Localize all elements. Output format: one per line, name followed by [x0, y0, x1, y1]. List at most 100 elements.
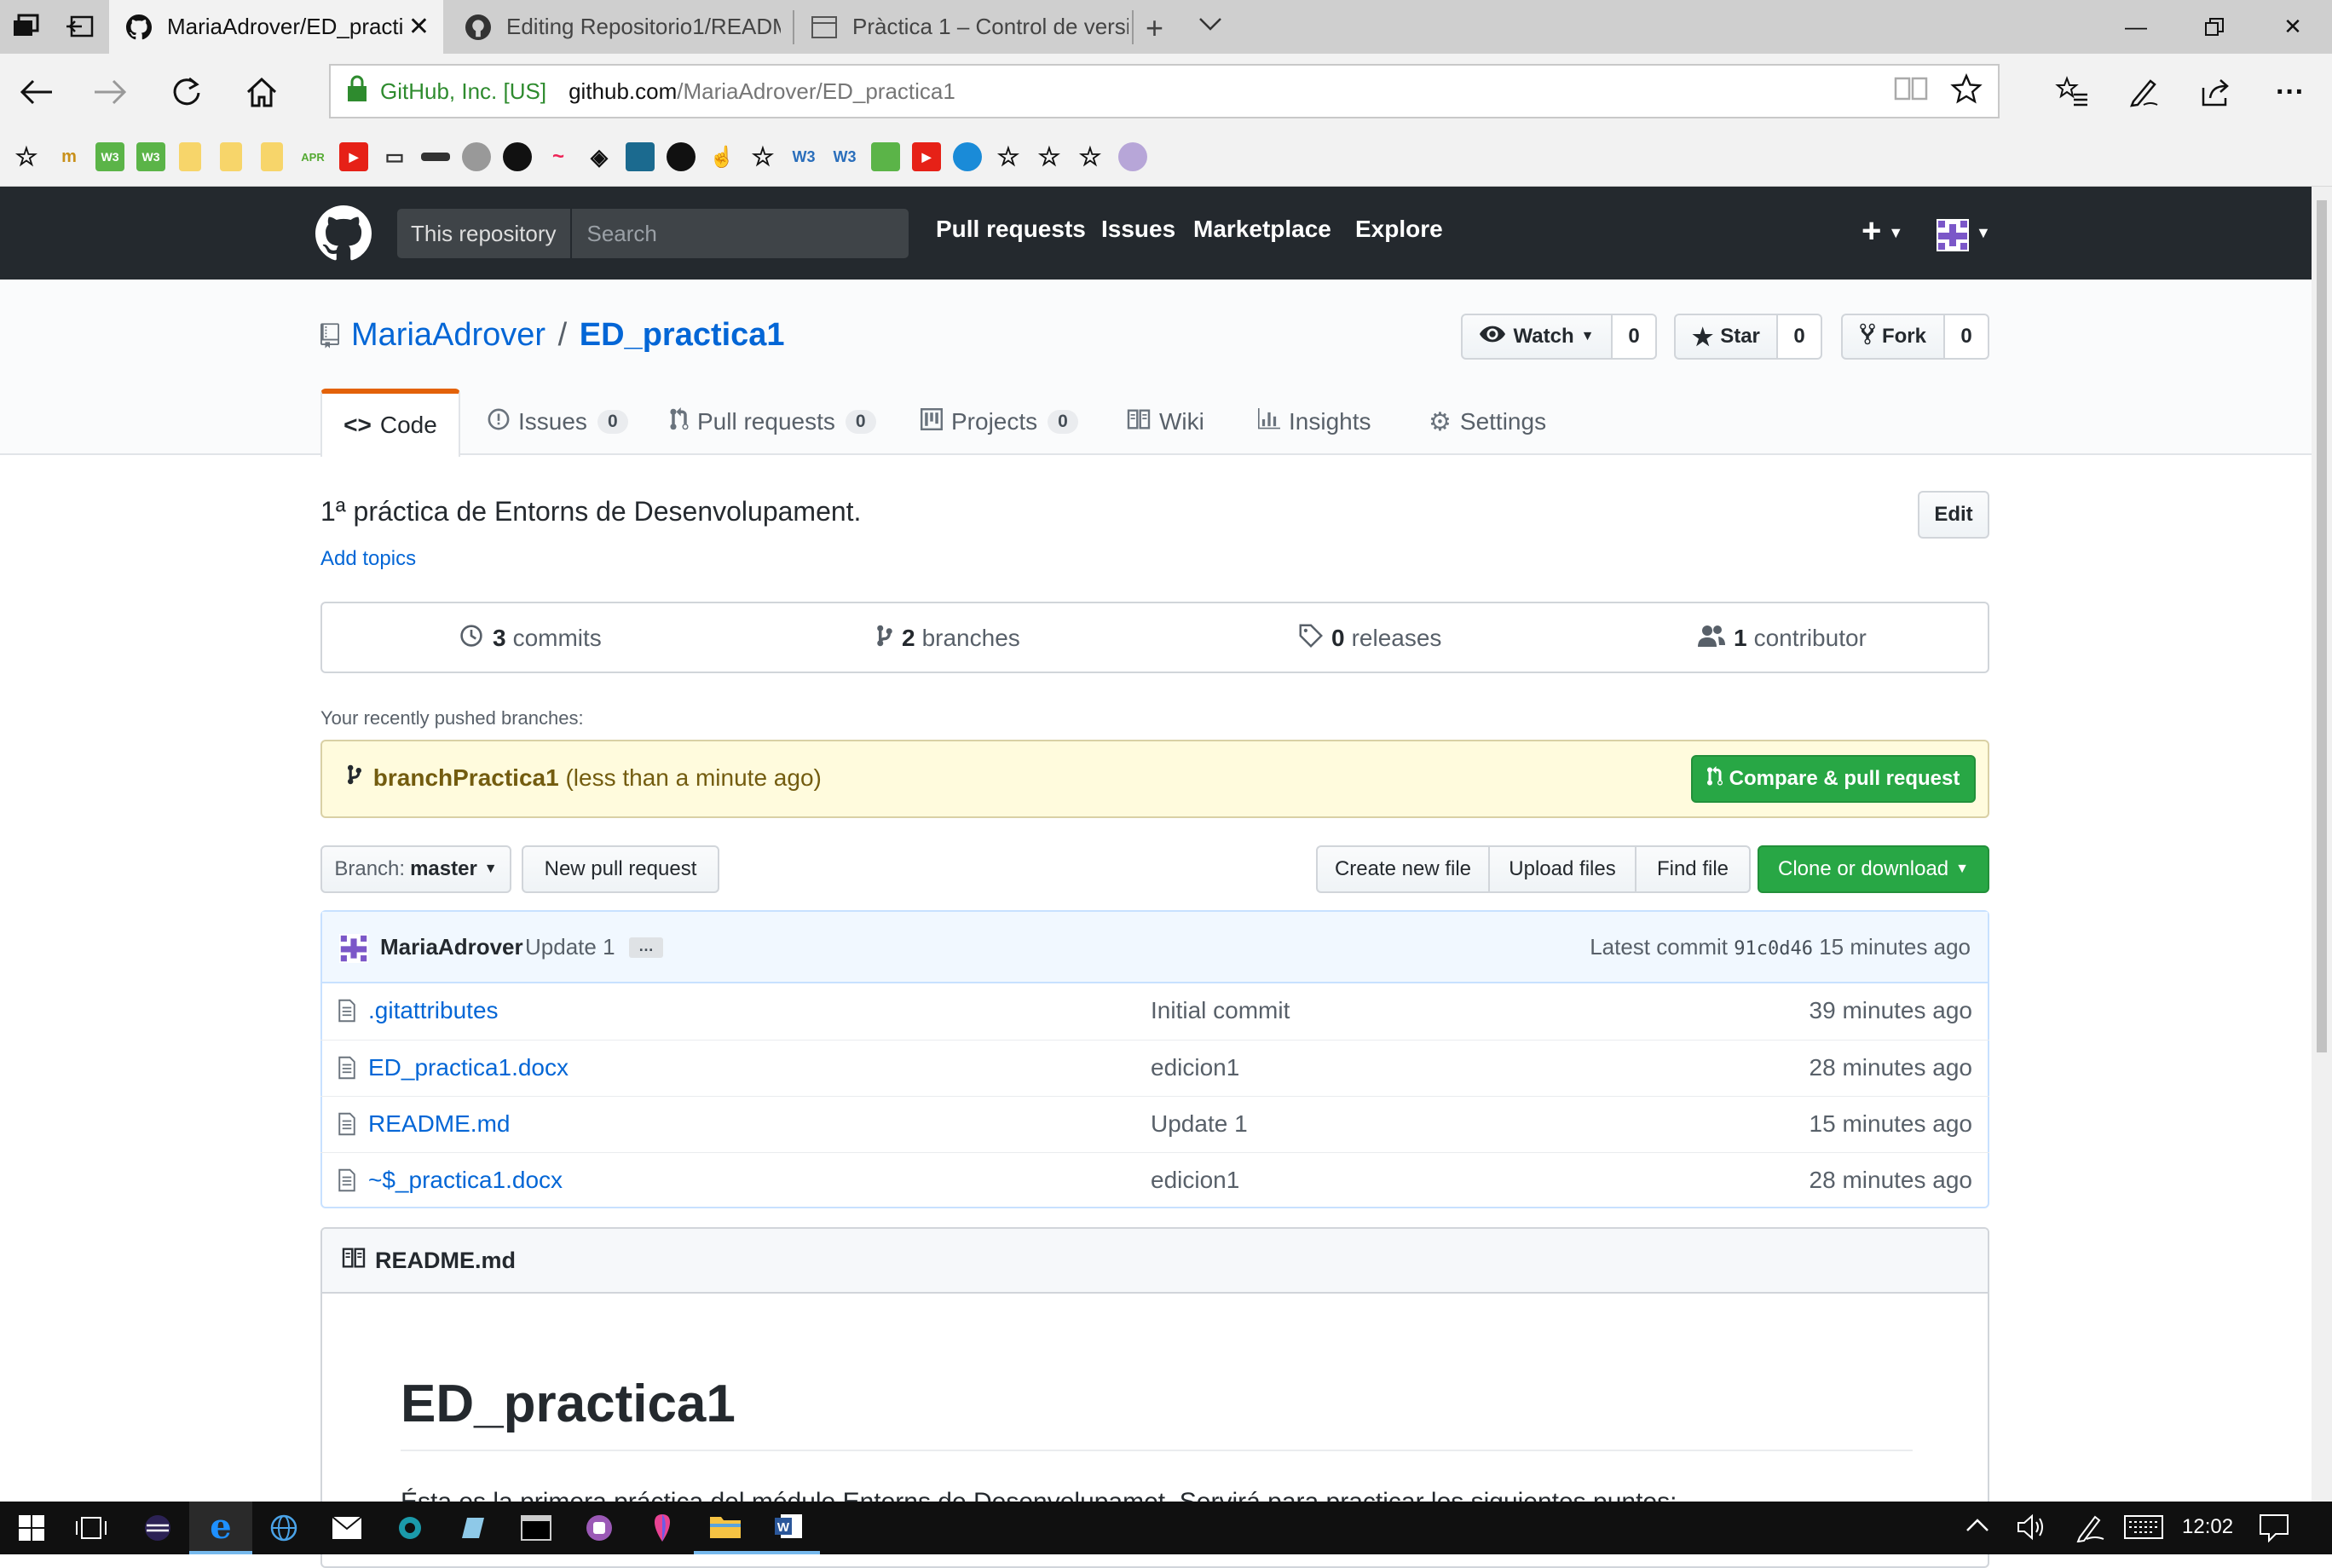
- restore-icon[interactable]: [2175, 0, 2254, 54]
- github-bookmark-icon[interactable]: [503, 142, 532, 171]
- nav-explore[interactable]: Explore: [1355, 216, 1443, 243]
- repo-owner-link[interactable]: MariaAdrover: [351, 317, 545, 353]
- bookmark-w3-icon[interactable]: W3: [789, 142, 818, 171]
- forward-icon[interactable]: [75, 54, 145, 130]
- file-commit-message[interactable]: Update 1: [1151, 1110, 1248, 1138]
- bookmark-circle-icon[interactable]: [1118, 142, 1147, 171]
- favorite-star-icon[interactable]: ☆: [1035, 142, 1064, 171]
- favorite-star-icon[interactable]: ☆: [994, 142, 1023, 171]
- find-file-button[interactable]: Find file: [1635, 845, 1751, 893]
- home-icon[interactable]: [227, 54, 297, 130]
- contributors-summary[interactable]: 1 contributor: [1698, 603, 1867, 673]
- commit-message[interactable]: Update 1: [525, 934, 615, 960]
- commits-summary[interactable]: 3 commits: [459, 603, 602, 673]
- edge-browser-icon[interactable]: e: [189, 1502, 252, 1554]
- address-bar[interactable]: GitHub, Inc. [US] github.com/MariaAdrove…: [329, 64, 2000, 118]
- github-bookmark-icon[interactable]: [667, 142, 696, 171]
- bookmark-wave-icon[interactable]: ~: [544, 142, 573, 171]
- pen-workspace-icon[interactable]: [2075, 1513, 2105, 1547]
- file-name-link[interactable]: ~$_practica1.docx: [368, 1167, 563, 1194]
- releases-summary[interactable]: 0 releases: [1299, 603, 1441, 673]
- create-new-plus-icon[interactable]: + ▼: [1862, 212, 1903, 251]
- watch-button[interactable]: Watch ▼: [1461, 314, 1613, 360]
- branch-select-button[interactable]: Branch: master ▼: [320, 845, 511, 893]
- new-tab-icon[interactable]: +: [1146, 10, 1163, 46]
- search-input[interactable]: Search: [572, 221, 657, 247]
- app-purple-icon[interactable]: [568, 1502, 631, 1554]
- certificate-label[interactable]: GitHub, Inc. [US]: [380, 78, 546, 105]
- compare-pull-request-button[interactable]: Compare & pull request: [1691, 755, 1976, 803]
- tab-issues[interactable]: Issues 0: [488, 389, 628, 455]
- star-button[interactable]: ★ Star: [1674, 314, 1778, 360]
- fork-count[interactable]: 0: [1945, 314, 1989, 360]
- bookmark-blue-icon[interactable]: [626, 142, 655, 171]
- globe-icon[interactable]: [462, 142, 491, 171]
- terminal-icon[interactable]: [505, 1502, 568, 1554]
- scrollbar-thumb[interactable]: [2317, 200, 2327, 1052]
- nav-pull-requests[interactable]: Pull requests: [936, 216, 1086, 243]
- tab-manager-icon[interactable]: [12, 14, 39, 43]
- share-icon[interactable]: [2182, 54, 2252, 130]
- bookmark-apr-icon[interactable]: APR: [298, 142, 327, 171]
- bookmark-w3-icon[interactable]: W3: [136, 142, 165, 171]
- repo-name-link[interactable]: ED_practica1: [580, 317, 785, 353]
- close-tab-icon[interactable]: ✕: [408, 12, 430, 42]
- nav-issues[interactable]: Issues: [1101, 216, 1175, 243]
- minimize-icon[interactable]: —: [2097, 0, 2175, 54]
- branches-summary[interactable]: 2 branches: [876, 603, 1020, 673]
- favorite-star-icon[interactable]: [1950, 72, 1983, 110]
- word-icon[interactable]: W: [757, 1502, 820, 1554]
- youtube-icon[interactable]: ▶: [912, 142, 941, 171]
- eclipse-icon[interactable]: [126, 1502, 189, 1554]
- web-note-icon[interactable]: [2109, 54, 2179, 130]
- thumbs-up-icon[interactable]: ☝: [707, 142, 736, 171]
- tab-insights[interactable]: Insights: [1258, 389, 1371, 455]
- show-hidden-icons-chevron-icon[interactable]: [1965, 1517, 1989, 1538]
- search-box[interactable]: This repository Search: [397, 209, 909, 258]
- bookmark-mn-icon[interactable]: m: [55, 142, 84, 171]
- mail-icon[interactable]: [315, 1502, 378, 1554]
- app-gem-icon[interactable]: [378, 1502, 442, 1554]
- star-count[interactable]: 0: [1778, 314, 1822, 360]
- file-commit-message[interactable]: Initial commit: [1151, 997, 1290, 1024]
- touch-keyboard-icon[interactable]: [2124, 1515, 2163, 1543]
- chat-bubble-icon[interactable]: [953, 142, 982, 171]
- tab-projects[interactable]: Projects 0: [920, 389, 1078, 455]
- bookmark-w3-icon[interactable]: [871, 142, 900, 171]
- upload-files-button[interactable]: Upload files: [1488, 845, 1636, 893]
- tab-preview-chevron-icon[interactable]: [1198, 15, 1222, 37]
- tab-pull-requests[interactable]: Pull requests 0: [670, 389, 876, 455]
- avatar[interactable]: [1937, 219, 1969, 251]
- set-tabs-aside-icon[interactable]: [65, 14, 94, 43]
- globe-icon[interactable]: [252, 1502, 315, 1554]
- commit-author[interactable]: MariaAdrover: [380, 934, 523, 960]
- tab-wiki[interactable]: Wiki: [1127, 389, 1204, 455]
- favorites-hub-icon[interactable]: [2037, 54, 2107, 130]
- task-view-icon[interactable]: [60, 1502, 123, 1554]
- folder-icon[interactable]: [261, 142, 283, 171]
- browser-tab-active[interactable]: MariaAdrover/ED_practi ✕: [109, 0, 443, 54]
- reading-view-icon[interactable]: [1894, 75, 1928, 108]
- action-center-icon[interactable]: [2259, 1513, 2289, 1547]
- bookmark-w3-icon[interactable]: W3: [95, 142, 124, 171]
- add-topics-link[interactable]: Add topics: [320, 547, 416, 571]
- bookmark-bar-icon[interactable]: [421, 153, 450, 161]
- volume-icon[interactable]: [2017, 1513, 2047, 1545]
- browser-tab[interactable]: Pràctica 1 – Control de versi: [794, 0, 1128, 54]
- back-icon[interactable]: [2, 54, 72, 130]
- github-logo-icon[interactable]: [315, 205, 372, 266]
- folder-icon[interactable]: [220, 142, 242, 171]
- watch-count[interactable]: 0: [1613, 314, 1657, 360]
- file-name-link[interactable]: README.md: [368, 1110, 510, 1138]
- file-explorer-icon[interactable]: [694, 1502, 757, 1554]
- cube-icon[interactable]: ◈: [585, 142, 614, 171]
- page-scrollbar[interactable]: [2312, 187, 2332, 1502]
- edit-description-button[interactable]: Edit: [1918, 491, 1989, 539]
- refresh-icon[interactable]: [152, 54, 222, 130]
- youtube-icon[interactable]: ▶: [339, 142, 368, 171]
- windows-start-icon[interactable]: [0, 1502, 63, 1554]
- tab-settings[interactable]: ⚙ Settings: [1429, 389, 1546, 455]
- create-new-file-button[interactable]: Create new file: [1316, 845, 1490, 893]
- clock[interactable]: 12:02: [2182, 1515, 2233, 1539]
- file-commit-message[interactable]: edicion1: [1151, 1167, 1239, 1194]
